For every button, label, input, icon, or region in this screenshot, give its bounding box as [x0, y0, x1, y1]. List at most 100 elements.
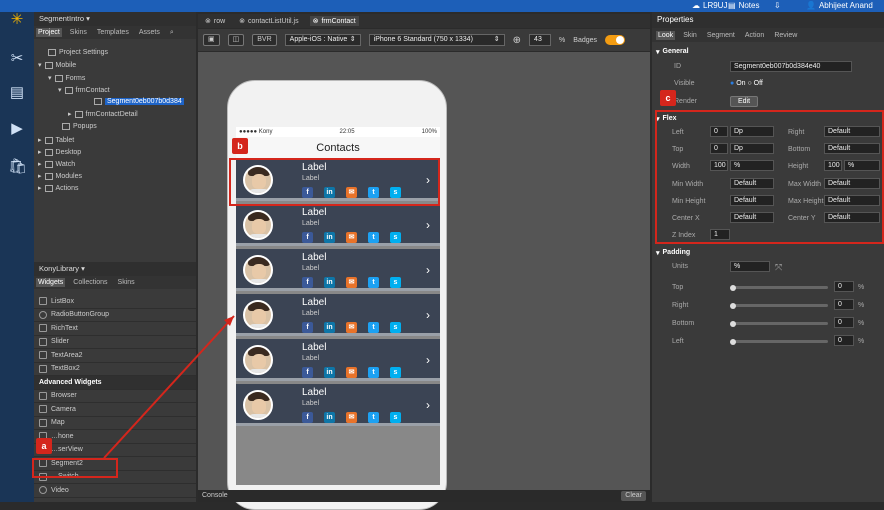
notes-link[interactable]: ▤ Notes	[728, 1, 759, 10]
pad-top-slider[interactable]	[730, 284, 828, 291]
social-icon[interactable]: t	[368, 277, 379, 288]
project-title[interactable]: SegmentIntro ▾	[34, 12, 196, 26]
clear-button[interactable]: Clear	[621, 491, 646, 501]
doc-tab-frmcontact[interactable]: ⊗ frmContact	[309, 16, 359, 26]
social-icon[interactable]: ✉	[346, 367, 357, 378]
tree-frm-contact-detail[interactable]: ▸ frmContactDetail	[68, 110, 138, 118]
link-icon[interactable]: ⤧	[775, 262, 782, 273]
social-icon[interactable]: in	[324, 322, 335, 333]
units-select[interactable]: %	[730, 261, 770, 272]
segment-row[interactable]: Label Label f in ✉ t s ›	[236, 339, 440, 381]
widget-listbox[interactable]: ListBox	[34, 295, 196, 309]
social-icon[interactable]: f	[302, 232, 313, 243]
slider-knob[interactable]	[730, 320, 736, 327]
search-icon[interactable]: ⌕	[168, 28, 176, 38]
doc-tab-row[interactable]: ⊗ row	[202, 16, 228, 26]
tree-watch[interactable]: ▸ Watch	[38, 160, 75, 168]
chevron-right-icon[interactable]: ›	[426, 308, 430, 322]
social-icon[interactable]: in	[324, 277, 335, 288]
bvr-button[interactable]: BVR	[252, 34, 277, 46]
close-icon[interactable]: ⊗	[205, 17, 211, 25]
social-icon[interactable]: in	[324, 412, 335, 423]
kony-logo-icon[interactable]: ✳	[8, 11, 26, 29]
social-icon[interactable]: s	[390, 367, 401, 378]
social-icon[interactable]: s	[390, 322, 401, 333]
tree-forms[interactable]: ▾ Forms	[48, 74, 85, 82]
library-title[interactable]: KonyLibrary ▾	[34, 262, 196, 276]
tree-project-settings[interactable]: Project Settings	[48, 49, 108, 56]
doc-tab-contactlistutil[interactable]: ⊗ contactListUtil.js	[236, 16, 301, 26]
chevron-right-icon[interactable]: ›	[426, 218, 430, 232]
social-icon[interactable]: ✉	[346, 322, 357, 333]
widget-video[interactable]: Video	[34, 484, 196, 498]
chevron-right-icon[interactable]: ›	[426, 263, 430, 277]
segment-row[interactable]: Label Label f in ✉ t s ›	[236, 249, 440, 291]
slider-knob[interactable]	[730, 284, 736, 291]
social-icon[interactable]: f	[302, 367, 313, 378]
chevron-right-icon[interactable]: ›	[426, 353, 430, 367]
cloud-account[interactable]: ☁ LR9UJ	[692, 1, 727, 10]
tree-desktop[interactable]: ▸ Desktop	[38, 148, 81, 156]
social-icon[interactable]: in	[324, 367, 335, 378]
social-icon[interactable]: s	[390, 412, 401, 423]
social-icon[interactable]: f	[302, 322, 313, 333]
tree-frm-contact[interactable]: ▾ frmContact	[58, 86, 110, 94]
social-icon[interactable]: in	[324, 232, 335, 243]
segment-row[interactable]: Label Label f in ✉ t s ›	[236, 294, 440, 336]
visible-radio[interactable]: ● On ○ Off	[730, 80, 763, 87]
tab-assets[interactable]: Assets	[137, 28, 162, 37]
badges-toggle[interactable]	[605, 35, 626, 45]
tab-segment[interactable]: Segment	[705, 31, 737, 40]
section-general[interactable]: ▾ General	[656, 48, 689, 56]
tree-modules[interactable]: ▸ Modules	[38, 172, 82, 180]
edit-button[interactable]: Edit	[730, 96, 759, 107]
section-padding[interactable]: ▾ Padding	[656, 249, 690, 257]
pad-right-slider[interactable]	[730, 302, 828, 309]
tab-project[interactable]: Project	[36, 28, 62, 37]
preview-icon[interactable]: ▶	[8, 120, 26, 138]
pad-top-field[interactable]: 0	[834, 281, 854, 292]
tools-icon[interactable]: ✂	[8, 50, 26, 68]
tree-popups[interactable]: Popups	[62, 123, 97, 130]
pad-right-field[interactable]: 0	[834, 299, 854, 310]
social-icon[interactable]: f	[302, 412, 313, 423]
tree-actions[interactable]: ▸ Actions	[38, 184, 78, 192]
close-icon[interactable]: ⊗	[239, 17, 245, 25]
tab-action[interactable]: Action	[743, 31, 766, 40]
tab-review[interactable]: Review	[772, 31, 799, 40]
social-icon[interactable]: t	[368, 322, 379, 333]
download-icon[interactable]: ⇩	[774, 1, 781, 10]
screenshot-icon[interactable]: ▣	[203, 34, 220, 46]
pad-bottom-field[interactable]: 0	[834, 317, 854, 328]
tab-skins[interactable]: Skins	[116, 278, 137, 287]
platform-select[interactable]: Apple-iOS : Native ⇕	[284, 34, 361, 46]
social-icon[interactable]: ✉	[346, 232, 357, 243]
close-icon[interactable]: ⊗	[313, 17, 319, 25]
tab-widgets[interactable]: Widgets	[36, 278, 66, 287]
pad-left-field[interactable]: 0	[834, 335, 854, 346]
segment-row[interactable]: Label Label f in ✉ t s ›	[236, 204, 440, 246]
pad-bottom-slider[interactable]	[730, 320, 828, 327]
device-select[interactable]: iPhone 6 Standard (750 x 1334) ⇕	[368, 34, 505, 46]
social-icon[interactable]: ✉	[346, 412, 357, 423]
user-menu[interactable]: 👤 Abhijeet Anand	[806, 1, 873, 10]
pad-left-slider[interactable]	[730, 338, 828, 345]
tree-mobile[interactable]: ▾ Mobile	[38, 61, 76, 69]
social-icon[interactable]: ✉	[346, 277, 357, 288]
slider-knob[interactable]	[730, 338, 736, 345]
tab-templates[interactable]: Templates	[95, 28, 131, 37]
tab-look[interactable]: Look	[656, 30, 676, 40]
zoom-select[interactable]: 43	[529, 34, 552, 46]
store-icon[interactable]: 🛍	[8, 158, 27, 176]
social-icon[interactable]: t	[368, 367, 379, 378]
zoom-icon[interactable]: ⊕	[513, 35, 521, 46]
tab-collections[interactable]: Collections	[71, 278, 109, 287]
layout-icon[interactable]: ◫	[227, 34, 245, 46]
tab-skin[interactable]: Skin	[681, 31, 699, 40]
social-icon[interactable]: t	[368, 412, 379, 423]
slider-knob[interactable]	[730, 302, 736, 309]
tree-tablet[interactable]: ▸ Tablet	[38, 136, 74, 144]
tree-segment[interactable]: Segment0eb007b0d384	[94, 98, 184, 105]
tab-skins[interactable]: Skins	[68, 28, 89, 37]
chevron-right-icon[interactable]: ›	[426, 398, 430, 412]
